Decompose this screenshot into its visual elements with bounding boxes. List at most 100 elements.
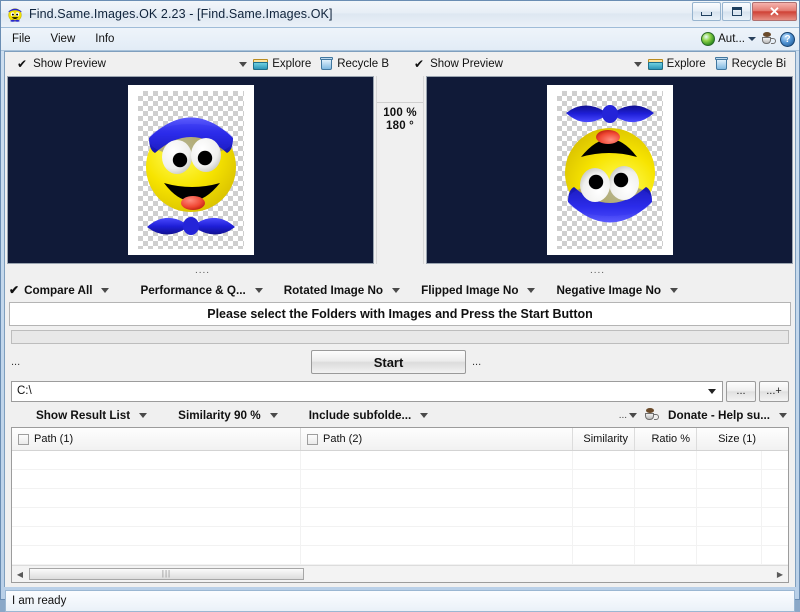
chevron-down-icon[interactable] — [420, 412, 429, 418]
table-row[interactable] — [12, 470, 788, 489]
smiley-image-right-rotated — [564, 105, 655, 223]
chevron-down-icon[interactable] — [779, 412, 787, 418]
help-icon[interactable]: ? — [780, 31, 795, 47]
result-list-body[interactable] — [12, 451, 788, 565]
chevron-down-icon[interactable] — [139, 412, 148, 418]
chevron-down-icon[interactable] — [269, 412, 278, 418]
recycle-bin-icon — [714, 57, 728, 71]
chevron-down-icon[interactable] — [629, 412, 638, 418]
coffee-cup-icon[interactable] — [760, 32, 776, 46]
image-canvas-left — [127, 85, 254, 255]
column-header-path1[interactable]: Path (1) — [12, 428, 301, 450]
table-row[interactable] — [12, 451, 788, 470]
column-header-size[interactable]: Size (1) — [697, 428, 762, 450]
folder-path-value: C:\ — [17, 385, 32, 397]
result-options-row: Show Result List Similarity 90 % Include… — [5, 403, 795, 427]
splitter-handle-right[interactable]: .... — [400, 264, 795, 278]
option-label: Compare All — [24, 283, 93, 297]
column-label: Size (1) — [718, 433, 756, 445]
show-preview-checkbox-left[interactable]: ✔ Show Preview — [5, 58, 106, 70]
option-rotated-image[interactable]: Rotated Image No — [279, 284, 404, 297]
preview-pane-left[interactable] — [7, 76, 374, 264]
app-smiley-icon — [6, 5, 24, 23]
column-header-path2[interactable]: Path (2) — [301, 428, 573, 450]
start-button[interactable]: Start — [311, 350, 466, 374]
preview-pane-right[interactable] — [426, 76, 793, 264]
folder-path-combobox[interactable]: C:\ — [11, 380, 723, 402]
instruction-message: Please select the Folders with Images an… — [9, 302, 791, 326]
check-icon: ✔ — [17, 57, 28, 71]
option-similarity[interactable]: Similarity 90 % — [173, 409, 282, 422]
chevron-down-icon[interactable] — [633, 61, 642, 67]
explore-label-left: Explore — [272, 58, 312, 70]
column-header-similarity[interactable]: Similarity — [573, 428, 635, 450]
scrollbar-thumb[interactable]: ||| — [29, 567, 304, 580]
option-compare-all[interactable]: ✔ Compare All — [9, 284, 113, 297]
table-row[interactable] — [12, 546, 788, 565]
recycle-bin-button-left[interactable]: Recycle B — [320, 57, 389, 71]
overflow-dots[interactable]: ... — [619, 410, 627, 421]
menu-item-info[interactable]: Info — [86, 31, 123, 47]
scroll-right-arrow-icon[interactable]: ▶ — [772, 567, 788, 582]
start-row: ... Start ... — [11, 348, 789, 376]
option-show-result-list[interactable]: Show Result List — [31, 409, 151, 422]
chevron-down-icon — [748, 37, 756, 41]
table-row[interactable] — [12, 489, 788, 508]
select-all-checkbox-path2[interactable] — [307, 433, 318, 445]
browse-add-button[interactable]: ...+ — [759, 380, 789, 402]
scroll-left-arrow-icon[interactable]: ◀ — [12, 567, 28, 582]
splitter-handle-left[interactable]: .... — [5, 264, 400, 278]
explore-button-left[interactable]: Explore — [253, 58, 311, 71]
option-label: Rotated Image No — [283, 283, 384, 297]
globe-icon — [701, 32, 716, 46]
close-button[interactable]: ✕ — [752, 2, 797, 21]
table-row[interactable] — [12, 508, 788, 527]
table-row[interactable] — [12, 527, 788, 546]
minimize-icon — [693, 3, 720, 20]
menu-item-file[interactable]: File — [3, 31, 40, 47]
chevron-down-icon[interactable] — [239, 61, 248, 67]
recycle-bin-button-right[interactable]: Recycle Bi — [714, 57, 786, 71]
chevron-down-icon[interactable] — [527, 287, 536, 293]
minimize-button[interactable] — [692, 2, 721, 21]
option-label: Show Result List — [36, 408, 131, 422]
menu-item-view[interactable]: View — [42, 31, 85, 47]
option-flipped-image[interactable]: Flipped Image No — [416, 284, 539, 297]
select-all-checkbox-path1[interactable] — [18, 433, 29, 445]
zoom-rotation-panel: 100 % 180 ° — [376, 76, 424, 264]
column-header-ratio[interactable]: Ratio % — [635, 428, 697, 450]
option-negative-image[interactable]: Negative Image No — [551, 284, 682, 297]
close-icon: ✕ — [769, 3, 780, 19]
start-right-dots: ... — [472, 356, 482, 368]
explore-button-right[interactable]: Explore — [647, 58, 706, 71]
language-selector[interactable]: Aut... — [701, 32, 756, 46]
explore-label-right: Explore — [666, 58, 706, 70]
browse-button[interactable]: ... — [726, 380, 756, 402]
divider — [377, 102, 423, 103]
option-include-subfolders[interactable]: Include subfolde... — [304, 409, 433, 422]
client-area: ✔ Show Preview Explore Recycle B ✔ Show … — [4, 51, 796, 587]
title-bar: Find.Same.Images.OK 2.23 - [Find.Same.Im… — [1, 1, 799, 28]
option-performance[interactable]: Performance & Q... — [135, 284, 266, 297]
chevron-down-icon[interactable] — [254, 287, 263, 293]
maximize-button[interactable] — [722, 2, 751, 21]
option-label: Flipped Image No — [421, 283, 519, 297]
progress-bar — [11, 330, 789, 344]
zoom-value: 100 % — [383, 107, 417, 119]
start-left-dots: ... — [11, 356, 21, 368]
chevron-down-icon[interactable] — [392, 287, 401, 293]
column-label: Path (2) — [323, 433, 363, 445]
chevron-down-icon[interactable] — [101, 287, 110, 293]
chevron-down-icon[interactable] — [708, 388, 716, 394]
donate-button[interactable]: Donate - Help su... — [663, 409, 791, 422]
scrollbar-track[interactable]: ||| — [28, 566, 772, 582]
folder-path-row: C:\ ... ...+ — [11, 379, 789, 403]
option-label: Include subfolde... — [308, 408, 412, 422]
horizontal-scrollbar[interactable]: ◀ ||| ▶ — [12, 565, 788, 582]
show-preview-label-left: Show Preview — [33, 58, 106, 70]
compare-options-row: ✔ Compare All Performance & Q... Rotated… — [5, 278, 795, 302]
column-label: Path (1) — [34, 433, 74, 445]
chevron-down-icon[interactable] — [670, 287, 679, 293]
show-preview-checkbox-right[interactable]: ✔ Show Preview — [402, 58, 503, 70]
status-bar: I am ready — [5, 590, 795, 612]
